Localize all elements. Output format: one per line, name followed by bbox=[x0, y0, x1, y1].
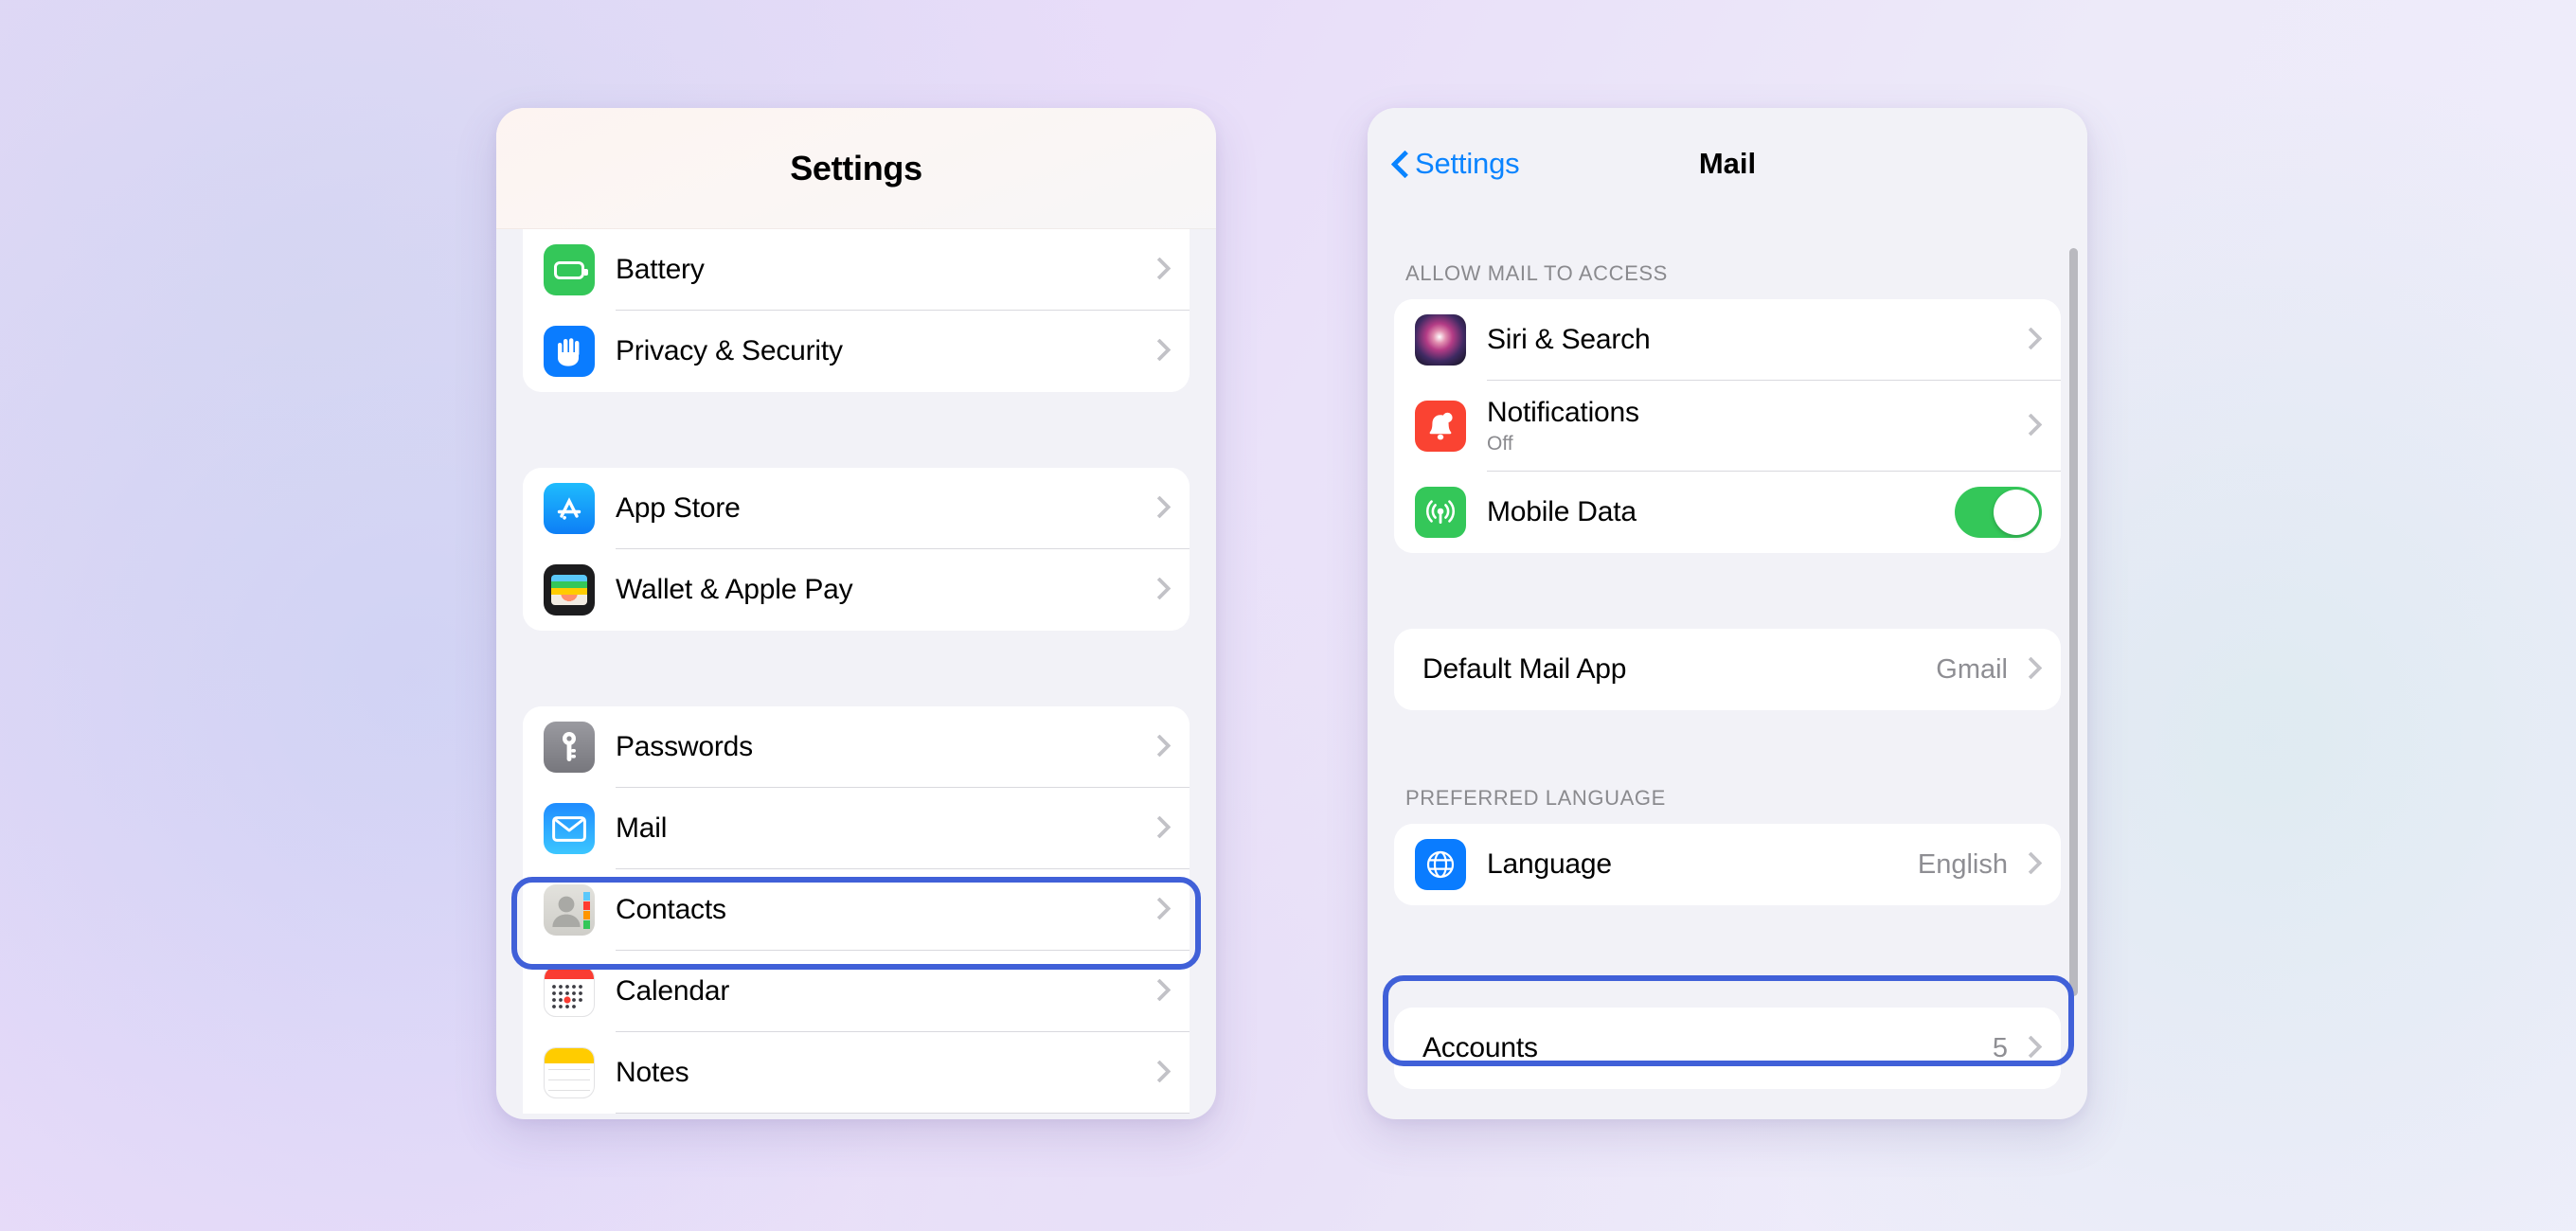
sidebar-item-label: App Store bbox=[616, 492, 741, 524]
chevron-right-icon bbox=[2023, 414, 2036, 438]
chevron-right-icon bbox=[1152, 258, 1165, 282]
section-header-preferred-language: PREFERRED LANGUAGE bbox=[1405, 786, 1666, 810]
row-label: Siri & Search bbox=[1487, 324, 1651, 355]
row-value: Gmail bbox=[1936, 653, 2008, 685]
chevron-right-icon bbox=[1152, 735, 1165, 759]
allow-access-group: Siri & Search Notifications Off Mobile D… bbox=[1394, 299, 2061, 553]
row-label: Accounts bbox=[1422, 1032, 1538, 1063]
row-siri-and-search[interactable]: Siri & Search bbox=[1394, 299, 2061, 381]
settings-panel: Settings Battery Privacy & Security App … bbox=[496, 108, 1216, 1119]
row-label: Notifications bbox=[1487, 397, 1639, 428]
chevron-right-icon bbox=[1152, 1061, 1165, 1085]
sidebar-item-label: Battery bbox=[616, 254, 705, 285]
chevron-right-icon bbox=[2023, 1036, 2036, 1061]
chevron-left-icon bbox=[1392, 150, 1407, 178]
row-label: Default Mail App bbox=[1422, 653, 1627, 685]
notes-icon bbox=[544, 1047, 595, 1098]
row-label: Language bbox=[1487, 848, 1612, 880]
sidebar-item-app-store[interactable]: App Store bbox=[523, 468, 1190, 549]
sidebar-item-mail[interactable]: Mail bbox=[523, 788, 1190, 869]
chevron-right-icon bbox=[2023, 328, 2036, 352]
sidebar-item-label: Wallet & Apple Pay bbox=[616, 574, 853, 605]
sidebar-item-label: Notes bbox=[616, 1057, 689, 1088]
chevron-right-icon bbox=[1152, 578, 1165, 602]
row-default-mail-app[interactable]: Default Mail App Gmail bbox=[1394, 629, 2061, 710]
row-accounts[interactable]: Accounts 5 bbox=[1394, 1008, 2061, 1089]
sidebar-item-passwords[interactable]: Passwords bbox=[523, 706, 1190, 788]
siri-icon bbox=[1415, 314, 1466, 366]
notifications-bell-icon bbox=[1415, 401, 1466, 452]
sidebar-item-contacts[interactable]: Contacts bbox=[523, 869, 1190, 951]
sidebar-item-notes[interactable]: Notes bbox=[523, 1032, 1190, 1114]
chevron-right-icon bbox=[2023, 852, 2036, 877]
settings-group-apps: Passwords Mail Contacts Calendar Notes bbox=[523, 706, 1190, 1114]
section-header-allow-mail-to-access: ALLOW MAIL TO ACCESS bbox=[1405, 261, 1668, 285]
sidebar-item-label: Passwords bbox=[616, 731, 753, 762]
chevron-right-icon bbox=[1152, 979, 1165, 1004]
row-mobile-data[interactable]: Mobile Data bbox=[1394, 472, 2061, 553]
back-to-settings-button[interactable]: Settings bbox=[1392, 147, 1520, 181]
settings-group-system: Battery Privacy & Security bbox=[523, 229, 1190, 392]
toggle-knob bbox=[1994, 490, 2039, 535]
passwords-key-icon bbox=[544, 722, 595, 773]
default-mail-app-group: Default Mail App Gmail bbox=[1394, 629, 2061, 710]
mail-envelope-icon bbox=[544, 803, 595, 854]
row-notifications[interactable]: Notifications Off bbox=[1394, 381, 2061, 472]
sidebar-item-label: Privacy & Security bbox=[616, 335, 843, 366]
sidebar-item-privacy-security[interactable]: Privacy & Security bbox=[523, 311, 1190, 392]
mobile-data-toggle[interactable] bbox=[1955, 487, 2042, 538]
row-language[interactable]: Language English bbox=[1394, 824, 2061, 905]
back-button-label: Settings bbox=[1415, 147, 1520, 180]
sidebar-item-label: Calendar bbox=[616, 975, 730, 1007]
settings-group-store: App Store Wallet & Apple Pay bbox=[523, 468, 1190, 631]
battery-icon bbox=[544, 244, 595, 295]
chevron-right-icon bbox=[1152, 898, 1165, 922]
row-value: 5 bbox=[1992, 1032, 2008, 1063]
preferred-language-group: Language English bbox=[1394, 824, 2061, 905]
settings-panel-header: Settings bbox=[496, 108, 1216, 229]
chevron-right-icon bbox=[2023, 657, 2036, 682]
mobile-data-icon bbox=[1415, 487, 1466, 538]
privacy-hand-icon bbox=[544, 326, 595, 377]
chevron-right-icon bbox=[1152, 816, 1165, 841]
sidebar-item-label: Mail bbox=[616, 812, 668, 844]
vertical-scrollbar[interactable] bbox=[2069, 248, 2078, 996]
mail-panel-navbar: Settings Mail bbox=[1368, 108, 2087, 220]
mail-settings-panel: Settings Mail ALLOW MAIL TO ACCESS Siri … bbox=[1368, 108, 2087, 1119]
chevron-right-icon bbox=[1152, 339, 1165, 364]
calendar-icon bbox=[544, 966, 595, 1017]
sidebar-item-label: Contacts bbox=[616, 894, 726, 925]
app-store-icon bbox=[544, 483, 595, 534]
language-globe-icon bbox=[1415, 839, 1466, 890]
page-title: Settings bbox=[790, 148, 922, 187]
accounts-group: Accounts 5 bbox=[1394, 1008, 2061, 1089]
chevron-right-icon bbox=[1152, 496, 1165, 521]
row-sublabel: Off bbox=[1487, 433, 1513, 455]
sidebar-item-wallet-apple-pay[interactable]: Wallet & Apple Pay bbox=[523, 549, 1190, 631]
sidebar-item-calendar[interactable]: Calendar bbox=[523, 951, 1190, 1032]
contacts-icon bbox=[544, 884, 595, 936]
settings-scroll-area[interactable]: Battery Privacy & Security App Store Wal… bbox=[496, 229, 1216, 1119]
sidebar-item-battery[interactable]: Battery bbox=[523, 229, 1190, 311]
row-value: English bbox=[1917, 848, 2008, 880]
row-label: Mobile Data bbox=[1487, 496, 1637, 527]
wallet-icon bbox=[544, 564, 595, 616]
